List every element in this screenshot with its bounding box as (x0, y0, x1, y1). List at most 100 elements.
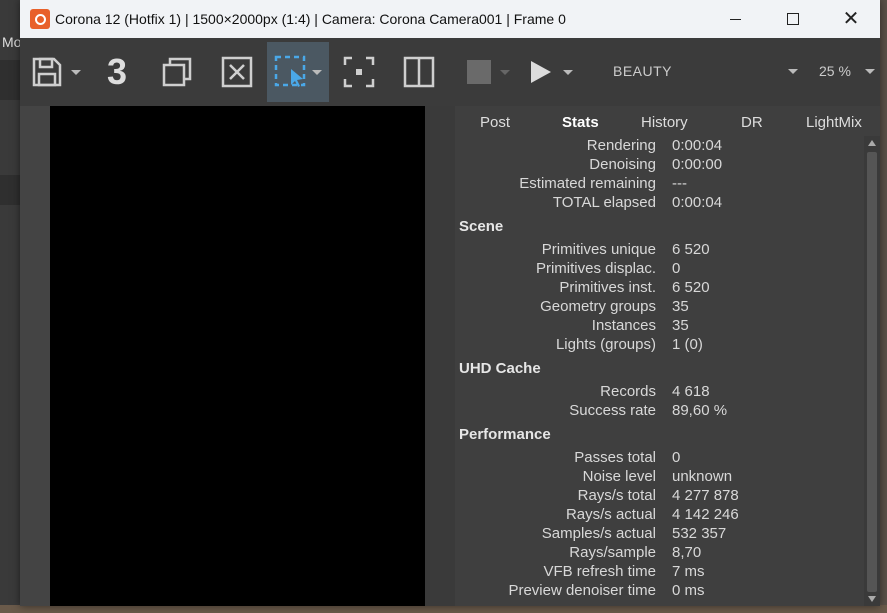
window-title: Corona 12 (Hotfix 1) | 1500×2000px (1:4)… (55, 11, 566, 27)
stat-value: 4 142 246 (672, 506, 739, 523)
background-menu-fragment: Mo (2, 34, 22, 50)
stat-key: VFB refresh time (543, 563, 656, 580)
stat-key: Primitives inst. (559, 279, 656, 296)
region-select-button[interactable] (267, 42, 329, 102)
zoom-select[interactable]: 25 % (819, 63, 851, 79)
stop-icon (466, 60, 491, 84)
stat-value: 0:00:00 (672, 156, 723, 173)
maximize-icon (787, 13, 799, 25)
stat-value: --- (672, 175, 687, 192)
stat-row: Noise level unknown (455, 468, 863, 487)
background-panel-fragment (0, 175, 22, 205)
render-element-chevron-icon[interactable] (788, 69, 798, 74)
stat-row: Rays/sample 8,70 (455, 544, 863, 563)
stat-row: VFB refresh time 7 ms (455, 563, 863, 582)
stat-key: Noise level (582, 468, 656, 485)
stat-row: Rays/s total 4 277 878 (455, 487, 863, 506)
split-view-icon (403, 56, 435, 88)
clear-button[interactable] (212, 42, 262, 102)
save-button[interactable] (26, 42, 86, 102)
focus-button[interactable] (334, 42, 384, 102)
stat-key: Samples/s actual (541, 525, 656, 542)
stat-row: Rays/s actual 4 142 246 (455, 506, 863, 525)
tab-post[interactable]: Post (480, 114, 510, 131)
stat-key: Instances (591, 317, 656, 334)
stat-key: Geometry groups (540, 298, 656, 315)
stats-scrollbar[interactable] (864, 136, 880, 606)
stat-row: Instances 35 (455, 317, 863, 336)
copy-icon (162, 57, 192, 87)
minimize-icon (729, 18, 741, 20)
background-app-right-edge (879, 0, 887, 613)
stat-row: Success rate 89,60 % (455, 402, 863, 421)
tab-lightmix[interactable]: LightMix (806, 114, 862, 131)
stat-value: 4 618 (672, 383, 710, 400)
stat-value: 1 (0) (672, 336, 703, 353)
section-heading-scene: Scene (459, 218, 504, 235)
scroll-up-arrow-icon[interactable] (868, 140, 876, 146)
stat-row: Lights (groups) 1 (0) (455, 336, 863, 355)
stat-value: 0:00:04 (672, 194, 723, 211)
stat-key: Rays/s total (577, 487, 656, 504)
stat-row: Geometry groups 35 (455, 298, 863, 317)
stat-value: 0:00:04 (672, 137, 723, 154)
stat-value: 0 (672, 260, 681, 277)
stat-key: Primitives displac. (535, 260, 656, 277)
toolbar: 3 BEAUTY 25 % (20, 38, 880, 106)
stat-value: 8,70 (672, 544, 702, 561)
save-dropdown-chevron-icon[interactable] (71, 69, 81, 75)
close-button[interactable]: ✕ (822, 0, 880, 38)
stat-key: Primitives unique (541, 241, 656, 258)
corona-app-icon (30, 9, 50, 29)
render-dropdown-chevron-icon[interactable] (563, 69, 573, 75)
stat-key: Rays/sample (569, 544, 656, 561)
section-heading-uhd-cache: UHD Cache (459, 360, 541, 377)
scroll-down-arrow-icon[interactable] (868, 596, 876, 602)
render-element-select[interactable]: BEAUTY (613, 63, 672, 79)
stat-row: Primitives inst. 6 520 (455, 279, 863, 298)
stat-row: Passes total 0 (455, 449, 863, 468)
close-icon: ✕ (842, 8, 860, 30)
stat-value: unknown (672, 468, 733, 485)
tab-history[interactable]: History (641, 114, 688, 131)
stat-key: Records (600, 383, 656, 400)
panel-tabs: Post Stats History DR LightMix (455, 106, 880, 136)
stat-row: Preview denoiser time 0 ms (455, 582, 863, 601)
stat-key: Lights (groups) (555, 336, 656, 353)
stat-value: 0 (672, 449, 681, 466)
render-button[interactable] (520, 42, 580, 102)
render-viewport[interactable] (20, 106, 455, 606)
stat-value: 0 ms (672, 582, 705, 599)
rendered-image[interactable] (50, 106, 425, 606)
stat-key: Denoising (589, 156, 656, 173)
stop-dropdown-chevron-icon[interactable] (499, 69, 510, 75)
minimize-button[interactable] (706, 0, 764, 38)
focus-icon (343, 56, 375, 88)
stat-row: Rendering 0:00:04 (455, 137, 863, 156)
tab-dr[interactable]: DR (741, 114, 763, 131)
stop-button[interactable] (460, 42, 515, 102)
stats-list: Rendering 0:00:04 Denoising 0:00:00 Estima… (455, 136, 863, 606)
stat-key: Passes total (574, 449, 656, 466)
stat-value: 4 277 878 (672, 487, 739, 504)
split-view-button[interactable] (394, 42, 444, 102)
stat-key: Estimated remaining (519, 175, 656, 192)
tab-stats[interactable]: Stats (562, 114, 599, 131)
maximize-button[interactable] (764, 0, 822, 38)
background-toolbar-fragment (0, 60, 22, 100)
zoom-chevron-icon[interactable] (865, 69, 875, 74)
side-panel: Post Stats History DR LightMix Rendering… (455, 106, 880, 606)
background-app-strip: Mo (0, 0, 22, 613)
stat-value: 35 (672, 317, 689, 334)
vfb-3-button[interactable]: 3 (92, 42, 142, 102)
stat-key: Success rate (569, 402, 656, 419)
title-bar[interactable]: Corona 12 (Hotfix 1) | 1500×2000px (1:4)… (20, 0, 880, 38)
section-heading-performance: Performance (459, 426, 551, 443)
stat-row: Denoising 0:00:00 (455, 156, 863, 175)
copy-button[interactable] (152, 42, 202, 102)
scrollbar-thumb[interactable] (867, 152, 877, 592)
stat-value: 6 520 (672, 279, 710, 296)
render-icon (531, 61, 551, 83)
region-dropdown-chevron-icon[interactable] (312, 69, 322, 75)
stat-value: 7 ms (672, 563, 705, 580)
